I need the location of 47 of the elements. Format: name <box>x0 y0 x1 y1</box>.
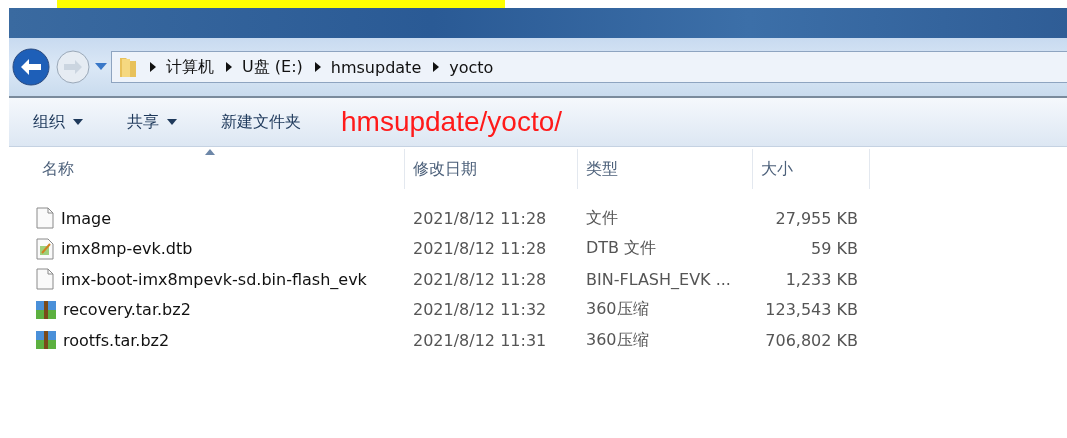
breadcrumb-item[interactable]: U盘 (E:) <box>242 56 303 78</box>
file-icon <box>35 207 55 230</box>
folder-icon <box>118 55 138 79</box>
dropdown-icon[interactable] <box>95 63 107 71</box>
back-icon[interactable] <box>11 47 51 87</box>
address-bar[interactable]: 计算机 U盘 (E:) hmsupdate yocto <box>111 51 1067 83</box>
type-cell-text: DTB 文件 <box>585 238 658 260</box>
size-cell-text: 27,955 KB <box>774 208 859 228</box>
column-header[interactable]: 类型 <box>578 149 753 189</box>
column-header[interactable]: 修改日期 <box>405 149 578 189</box>
column-header[interactable]: 大小 <box>753 149 870 189</box>
file-name[interactable]: imx8mp-evk.dtb <box>30 237 405 260</box>
type-cell-text: BIN-FLASH_EVK ... <box>585 269 732 289</box>
caret-icon <box>73 119 83 125</box>
chevron-icon <box>433 62 440 72</box>
chevron-icon <box>150 62 156 72</box>
date-cell-text: 2021/8/12 11:28 <box>412 269 548 289</box>
size-cell-text: 59 KB <box>810 239 859 259</box>
file-name[interactable]: imx-boot-imx8mpevk-sd.bin-flash_evk <box>30 268 405 291</box>
toolbar-button[interactable]: 组织 <box>33 111 83 133</box>
file-icon <box>35 268 55 291</box>
archive-icon <box>35 329 57 352</box>
breadcrumb-item[interactable]: yocto <box>449 57 494 77</box>
type-cell-text: 文件 <box>585 207 619 229</box>
date-cell-text: 2021/8/12 11:32 <box>412 300 548 320</box>
toolbar-button[interactable]: 新建文件夹 <box>221 111 301 133</box>
file-name[interactable]: recovery.tar.bz2 <box>30 298 405 321</box>
column-header[interactable]: 名称 <box>30 149 405 189</box>
file-name[interactable]: rootfs.tar.bz2 <box>30 329 405 352</box>
annotation-text: hmsupdate/yocto/ <box>341 106 563 138</box>
size-cell-text: 706,802 KB <box>764 330 859 350</box>
date-cell-text: 2021/8/12 11:28 <box>412 239 548 259</box>
document-icon <box>35 237 55 260</box>
caret-icon <box>167 119 177 125</box>
archive-icon <box>35 298 57 321</box>
date-cell-text: 2021/8/12 11:31 <box>412 330 548 350</box>
date-cell-text: 2021/8/12 11:28 <box>412 208 548 228</box>
chevron-icon <box>314 62 321 72</box>
breadcrumb-item[interactable]: hmsupdate <box>330 57 422 77</box>
type-cell-text: 360压缩 <box>585 329 650 351</box>
size-cell-text: 1,233 KB <box>784 269 859 289</box>
toolbar-button[interactable]: 共享 <box>127 111 177 133</box>
type-cell-text: 360压缩 <box>585 299 650 321</box>
file-name[interactable]: Image <box>30 207 405 230</box>
breadcrumb-item[interactable]: 计算机 <box>166 56 214 78</box>
size-cell-text: 123,543 KB <box>764 300 859 320</box>
chevron-icon <box>226 62 232 72</box>
